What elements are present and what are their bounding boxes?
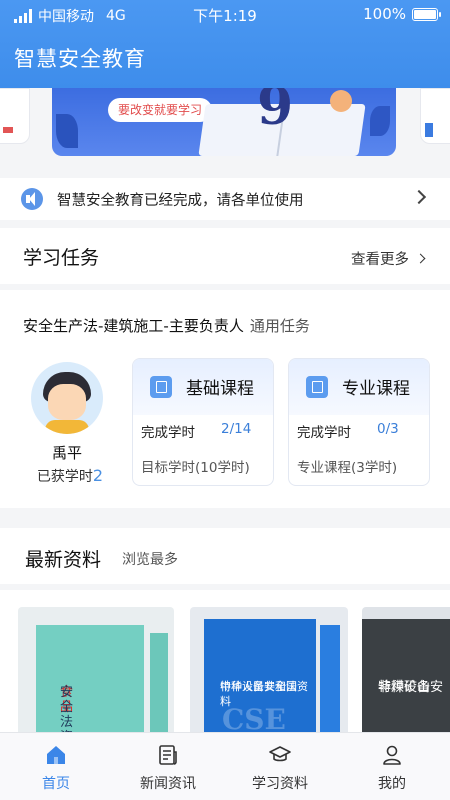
materials-section-header: 最新资料 浏览最多 [0,528,450,584]
section-title: 学习任务 [23,247,100,269]
tab-news[interactable]: 新闻资讯 [112,733,224,800]
course-target: 专业课程(3学时) [297,460,398,476]
material-card[interactable]: 中华人民共和国 特种设备安全法资料 CSE [190,607,348,734]
task-tag: 通用任务 [249,317,310,335]
user-hours-label: 已获学时 [36,469,93,485]
course-progress-row: 完成学时 2/14 [141,421,251,441]
view-more-label: 查看更多 [351,252,409,268]
material-cover: 中华人民共和国 特种设备安全法资料 CSE [204,619,316,734]
course-progress-row: 完成学时 0/3 [297,421,399,441]
material-cover: 食品安全法资料 [36,625,144,734]
book-spine [320,625,340,734]
status-bar: 中国移动 4G 下午1:19 100% [0,0,450,30]
bottom-tab-bar: 首页 新闻资讯 学习资料 我的 [0,732,450,800]
user-hours-value: 2 [92,466,104,485]
progress-label: 完成学时 [141,425,195,441]
cover-logo: CSE [222,703,286,734]
tab-label: 学习资料 [252,776,308,792]
tab-label: 新闻资讯 [140,776,196,792]
user-icon [383,745,401,765]
banner-slide[interactable]: 要改变就要学习 9 [52,88,396,156]
basic-course-card[interactable]: 基础课程 完成学时 2/14 目标学时(10学时) [132,358,274,486]
notice-bar[interactable]: 智慧安全教育已经完成，请各单位使用 [0,178,450,220]
cover-text: 非煤矿山 [378,680,431,695]
battery-icon [412,7,441,21]
cover-text: 安全法资料 [60,685,74,734]
tab-study-materials[interactable]: 学习资料 [224,733,336,800]
leaf-decoration [370,106,390,136]
course-title: 专业课程 [342,379,410,399]
notice-text: 智慧安全教育已经完成，请各单位使用 [57,193,304,209]
speaker-icon [21,188,43,210]
progress-value: 0/3 [377,421,399,437]
battery-percent: 100% [363,5,406,23]
material-card[interactable]: 特种设备安 非煤矿山 [362,607,450,734]
news-icon [159,745,177,765]
banner-next-slide[interactable] [420,88,450,144]
avatar[interactable] [31,362,103,434]
tab-label: 我的 [378,776,406,792]
leaf-decoration [56,114,78,148]
child-illustration [330,90,352,112]
most-viewed-tab[interactable]: 浏览最多 [122,549,178,569]
task-card[interactable]: 安全生产法-建筑施工-主要负责人 通用任务 禹平 已获学时2 基础课程 完成学时 … [0,290,450,508]
chevron-right-icon[interactable] [411,189,427,205]
user-hours: 已获学时2 [20,466,120,486]
monitor-icon [306,376,328,398]
material-cover: 特种设备安 非煤矿山 [362,619,450,734]
banner-prev-slide[interactable] [0,88,30,144]
progress-value: 2/14 [221,421,252,437]
app-header: 中国移动 4G 下午1:19 100% 智慧安全教育 [0,0,450,88]
user-name: 禹平 [51,444,82,462]
task-name: 安全生产法-建筑施工-主要负责人 [23,317,244,335]
tasks-section-header: 学习任务 查看更多 [0,228,450,284]
home-icon [47,746,65,764]
tab-mine[interactable]: 我的 [336,733,448,800]
professional-course-card[interactable]: 专业课程 完成学时 0/3 专业课程(3学时) [288,358,430,486]
course-title: 基础课程 [186,379,254,399]
course-target: 目标学时(10学时) [141,460,250,476]
view-more-link[interactable]: 查看更多 [351,248,426,269]
banner-slogan: 要改变就要学习 [108,98,213,122]
number-illustration: 9 [257,88,294,137]
tab-label: 首页 [42,776,70,792]
material-card[interactable]: 食品安全法资料 [18,607,174,734]
task-name-row: 安全生产法-建筑施工-主要负责人 通用任务 [23,315,310,336]
progress-label: 完成学时 [297,425,351,441]
book-spine [150,633,168,734]
chevron-right-icon [415,253,426,264]
book-icon [150,376,172,398]
tab-home[interactable]: 首页 [0,733,112,800]
banner-carousel[interactable]: 要改变就要学习 9 [0,88,450,166]
section-title: 最新资料 [25,549,102,571]
graduation-cap-icon [269,746,291,762]
materials-list: 食品安全法资料 中华人民共和国特种设备安全法资料 CSE 特种设备安非煤矿山 [0,590,450,734]
page-title: 智慧安全教育 [14,47,146,71]
